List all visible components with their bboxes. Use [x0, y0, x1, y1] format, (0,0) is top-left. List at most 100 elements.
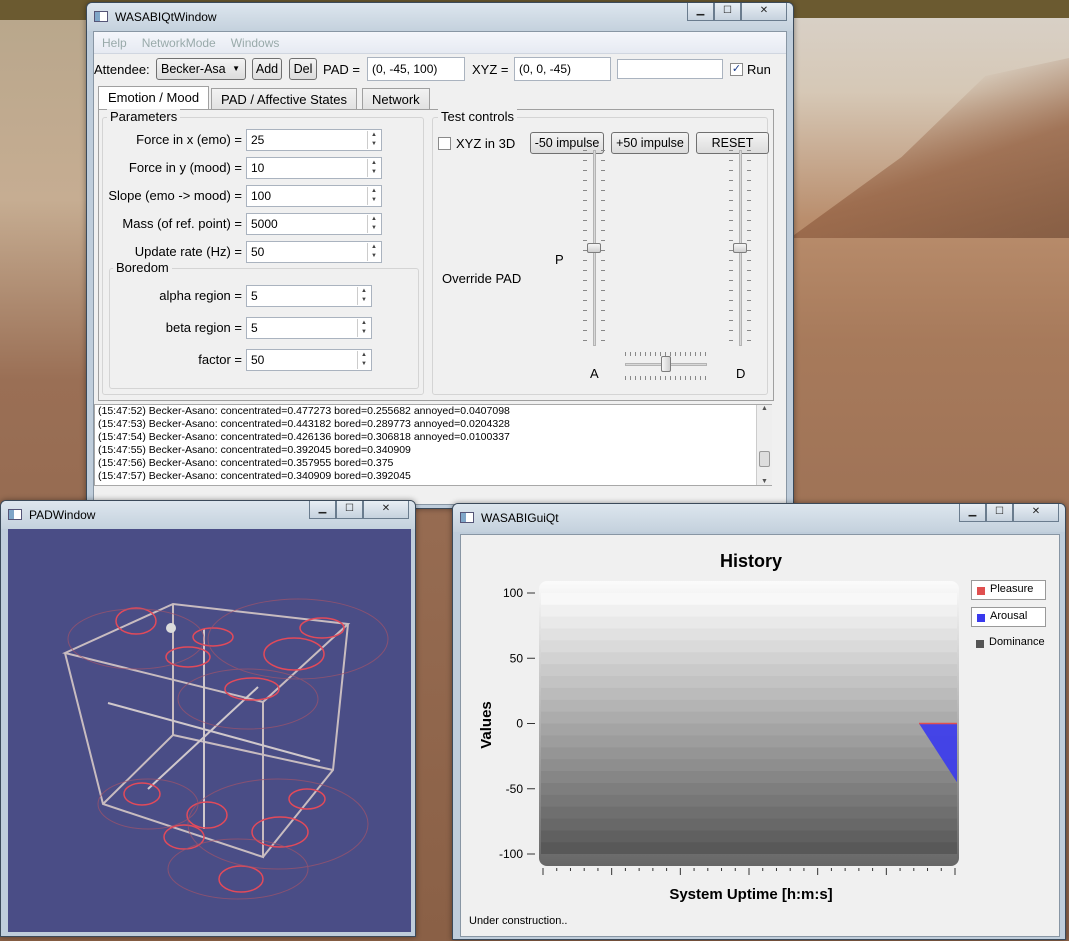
minimize-button[interactable]: ▁ — [687, 3, 714, 21]
main-window: WASABIQtWindow ▁ ☐ ✕ Help NetworkMode Wi… — [86, 2, 794, 509]
boredom-value: 50 — [251, 353, 265, 367]
param-label: Slope (emo -> mood) = — [108, 188, 242, 203]
log-output[interactable]: (15:47:52) Becker-Asano: concentrated=0.… — [94, 404, 772, 486]
spin-arrows-icon[interactable]: ▲ ▼ — [367, 187, 380, 205]
main-titlebar[interactable]: WASABIQtWindow ▁ ☐ ✕ — [87, 3, 793, 31]
plot-band — [541, 759, 957, 771]
boredom-value: 5 — [251, 321, 258, 335]
factor-spinbox[interactable]: 50 ▲ ▼ — [246, 349, 372, 371]
boredom-title: Boredom — [113, 260, 172, 275]
plot-band — [541, 676, 957, 688]
a-slider-ticks — [625, 376, 707, 380]
legend-dominance[interactable]: Dominance — [971, 634, 1051, 654]
d-slider[interactable] — [729, 150, 751, 346]
pad-titlebar[interactable]: PADWindow ▁ ☐ ✕ — [1, 501, 415, 529]
boredom-label: factor = — [198, 352, 242, 367]
tab-pad-affective[interactable]: PAD / Affective States — [211, 88, 357, 111]
scroll-down-icon[interactable]: ▼ — [757, 478, 772, 485]
d-label: D — [736, 366, 746, 381]
p-slider[interactable] — [583, 150, 605, 346]
legend-pleasure[interactable]: Pleasure — [971, 580, 1046, 600]
param-value: 100 — [251, 189, 272, 203]
plot-band — [541, 806, 957, 819]
p-slider-ticks — [601, 150, 605, 346]
spin-arrows-icon[interactable]: ▲ ▼ — [357, 351, 370, 369]
app-icon — [8, 509, 22, 520]
spin-arrows-icon[interactable]: ▲ ▼ — [367, 159, 380, 177]
update-rate-spinbox[interactable]: 50 ▲ ▼ — [246, 241, 382, 263]
plot-band — [541, 770, 957, 783]
test-controls-title: Test controls — [438, 109, 517, 124]
legend-label: Arousal — [990, 610, 1028, 622]
log-scrollbar[interactable]: ▲ ▼ — [756, 405, 772, 485]
minimize-button[interactable]: ▁ — [959, 504, 986, 522]
spin-arrows-icon[interactable]: ▲ ▼ — [367, 243, 380, 261]
log-line: (15:47:53) Becker-Asano: concentrated=0.… — [98, 418, 510, 430]
xyz-3d-checkbox[interactable] — [438, 137, 451, 150]
override-pad-label: Override PAD — [442, 271, 522, 286]
plot-band — [541, 699, 957, 712]
tab-emotion-mood[interactable]: Emotion / Mood — [98, 86, 210, 111]
p-slider-handle[interactable] — [587, 243, 601, 253]
force-x-spinbox[interactable]: 25 ▲ ▼ — [246, 129, 382, 151]
legend-arousal[interactable]: Arousal — [971, 607, 1046, 627]
plot-band — [541, 664, 957, 677]
gui-window-title: WASABIGuiQt — [481, 511, 559, 525]
free-text-field[interactable] — [617, 59, 723, 79]
gui-titlebar[interactable]: WASABIGuiQt ▁ ☐ ✕ — [453, 504, 1065, 532]
param-label: Force in x (emo) = — [136, 132, 242, 147]
menu-networkmode[interactable]: NetworkMode — [142, 32, 216, 53]
main-client: Help NetworkMode Windows Attendee: Becke… — [93, 31, 787, 505]
plot-band — [541, 652, 957, 665]
xyz-label: XYZ = — [472, 62, 509, 77]
beta-region-spinbox[interactable]: 5 ▲ ▼ — [246, 317, 372, 339]
y-tick-label: 0 — [516, 717, 523, 731]
minimize-button[interactable]: ▁ — [309, 501, 336, 519]
menubar: Help NetworkMode Windows — [94, 32, 786, 54]
spin-arrows-icon[interactable]: ▲ ▼ — [357, 319, 370, 337]
del-button[interactable]: Del — [289, 58, 317, 80]
spin-arrows-icon[interactable]: ▲ ▼ — [367, 215, 380, 233]
run-checkbox[interactable]: ✓ — [730, 63, 743, 76]
spin-arrows-icon[interactable]: ▲ ▼ — [357, 287, 370, 305]
log-line: (15:47:57) Becker-Asano: concentrated=0.… — [98, 470, 411, 482]
param-label: Update rate (Hz) = — [134, 244, 242, 259]
log-scroll-thumb[interactable] — [759, 451, 770, 467]
plus-impulse-button[interactable]: +50 impulse — [611, 132, 689, 154]
pad-3d-view[interactable] — [8, 529, 411, 932]
main-window-title: WASABIQtWindow — [115, 10, 217, 24]
force-y-spinbox[interactable]: 10 ▲ ▼ — [246, 157, 382, 179]
boredom-label: beta region = — [165, 320, 242, 335]
d-slider-handle[interactable] — [733, 243, 747, 253]
legend-label: Pleasure — [990, 583, 1034, 595]
close-button[interactable]: ✕ — [741, 3, 787, 21]
menu-windows[interactable]: Windows — [231, 32, 280, 53]
alpha-region-spinbox[interactable]: 5 ▲ ▼ — [246, 285, 372, 307]
menu-help[interactable]: Help — [102, 32, 127, 53]
app-icon — [94, 11, 108, 22]
mass-spinbox[interactable]: 5000 ▲ ▼ — [246, 213, 382, 235]
scroll-up-icon[interactable]: ▲ — [757, 405, 772, 412]
maximize-button[interactable]: ☐ — [986, 504, 1013, 522]
maximize-button[interactable]: ☐ — [336, 501, 363, 519]
plot-band — [541, 687, 957, 700]
tab-network[interactable]: Network — [362, 88, 430, 111]
reference-point — [166, 623, 176, 633]
a-slider-handle[interactable] — [661, 356, 671, 372]
close-button[interactable]: ✕ — [363, 501, 409, 519]
a-label: A — [590, 366, 599, 381]
gui-window: WASABIGuiQt ▁ ☐ ✕ History 100 50 0 -50 -100 … — [452, 503, 1066, 940]
maximize-button[interactable]: ☐ — [714, 3, 741, 21]
xyz-field[interactable]: (0, 0, -45) — [514, 57, 611, 81]
close-button[interactable]: ✕ — [1013, 504, 1059, 522]
param-value: 5000 — [251, 217, 278, 231]
pad-field[interactable]: (0, -45, 100) — [367, 57, 465, 81]
a-slider[interactable] — [625, 352, 707, 382]
test-controls-group — [432, 117, 768, 395]
spin-arrows-icon[interactable]: ▲ ▼ — [367, 131, 380, 149]
boredom-label: alpha region = — [159, 288, 242, 303]
plot-bands — [541, 593, 957, 854]
attendee-select[interactable]: Becker-Asa ▼ — [156, 58, 246, 80]
add-button[interactable]: Add — [252, 58, 282, 80]
slope-spinbox[interactable]: 100 ▲ ▼ — [246, 185, 382, 207]
